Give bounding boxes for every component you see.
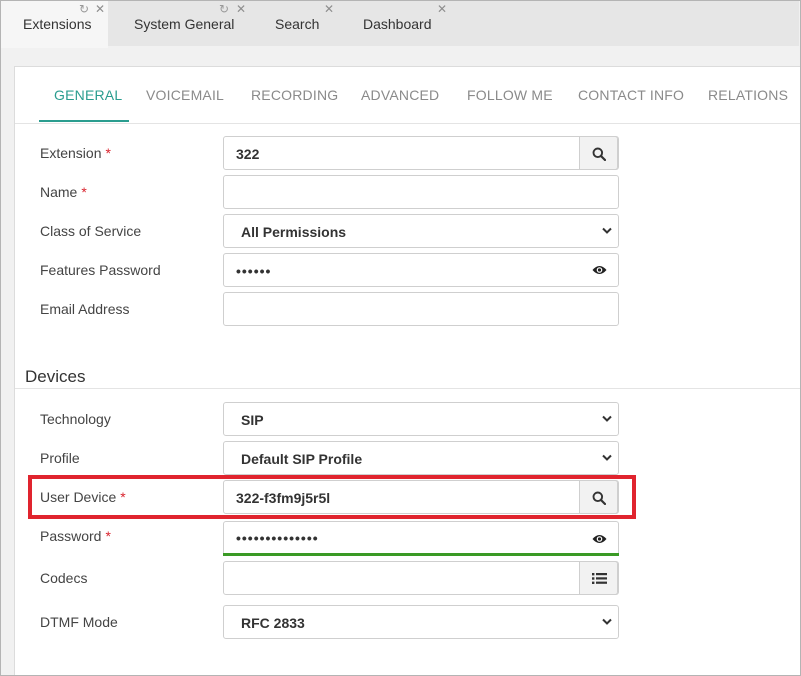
features-password-input[interactable]: •••••• bbox=[223, 253, 619, 287]
technology-value: SIP bbox=[241, 412, 264, 428]
tab-advanced[interactable]: ADVANCED bbox=[361, 87, 439, 103]
eye-icon bbox=[592, 266, 607, 274]
tab-label: Extensions bbox=[23, 16, 92, 32]
sub-tab-bar: GENERAL VOICEMAIL RECORDING ADVANCED FOL… bbox=[15, 67, 801, 124]
close-icon[interactable]: ✕ bbox=[437, 3, 447, 15]
codecs-list-button[interactable] bbox=[579, 561, 618, 595]
tab-label: Dashboard bbox=[363, 16, 432, 32]
extension-value: 322 bbox=[236, 146, 260, 162]
tab-system-general[interactable]: System General ↻ ✕ bbox=[108, 1, 248, 46]
extension-search-button[interactable] bbox=[579, 136, 618, 170]
codecs-field[interactable] bbox=[223, 561, 619, 595]
profile-select[interactable]: Default SIP Profile bbox=[223, 441, 619, 475]
extension-field[interactable]: 322 bbox=[223, 136, 619, 170]
technology-select[interactable]: SIP bbox=[223, 402, 619, 436]
top-tab-bar: Extensions ↻ ✕ System General ↻ ✕ Search… bbox=[1, 1, 799, 48]
refresh-icon[interactable]: ↻ bbox=[219, 3, 229, 15]
search-icon bbox=[592, 491, 606, 505]
close-icon[interactable]: ✕ bbox=[236, 3, 246, 15]
tab-follow-me[interactable]: FOLLOW ME bbox=[467, 87, 553, 103]
close-icon[interactable]: ✕ bbox=[324, 3, 334, 15]
tab-label: Search bbox=[275, 16, 320, 32]
tab-general[interactable]: GENERAL bbox=[54, 87, 122, 103]
tab-contact-info[interactable]: CONTACT INFO bbox=[578, 87, 684, 103]
devices-section-title: Devices bbox=[25, 367, 86, 386]
class-of-service-label: Class of Service bbox=[40, 223, 142, 239]
tab-search[interactable]: Search ✕ bbox=[248, 1, 336, 46]
search-icon bbox=[592, 147, 606, 161]
tab-recording[interactable]: RECORDING bbox=[251, 87, 338, 103]
user-device-label: User Device * bbox=[40, 489, 126, 505]
chevron-down-icon bbox=[602, 618, 612, 625]
features-password-label: Features Password bbox=[40, 262, 161, 278]
section-divider bbox=[15, 388, 800, 389]
tab-extensions[interactable]: Extensions ↻ ✕ bbox=[1, 1, 108, 48]
class-of-service-select[interactable]: All Permissions bbox=[223, 214, 619, 248]
name-label: Name * bbox=[40, 184, 87, 200]
tab-dashboard[interactable]: Dashboard ✕ bbox=[336, 1, 451, 46]
codecs-label: Codecs bbox=[40, 570, 88, 586]
email-input[interactable] bbox=[223, 292, 619, 326]
dtmf-mode-label: DTMF Mode bbox=[40, 614, 118, 630]
user-device-field[interactable]: 322-f3fm9j5r5l bbox=[223, 480, 619, 514]
dtmf-mode-value: RFC 2833 bbox=[241, 615, 305, 631]
features-password-value: •••••• bbox=[236, 263, 272, 279]
profile-label: Profile bbox=[40, 450, 80, 466]
tab-voicemail[interactable]: VOICEMAIL bbox=[146, 87, 224, 103]
class-of-service-value: All Permissions bbox=[241, 224, 347, 240]
email-label: Email Address bbox=[40, 301, 130, 317]
tab-relations[interactable]: RELATIONS bbox=[708, 87, 788, 103]
profile-value: Default SIP Profile bbox=[241, 451, 363, 467]
password-value: •••••••••••••• bbox=[236, 530, 319, 546]
extension-label: Extension * bbox=[40, 145, 111, 161]
password-label: Password * bbox=[40, 528, 111, 544]
valid-indicator bbox=[223, 553, 619, 556]
tab-label: System General bbox=[134, 16, 235, 32]
chevron-down-icon bbox=[602, 454, 612, 461]
user-device-value: 322-f3fm9j5r5l bbox=[236, 490, 331, 506]
close-icon[interactable]: ✕ bbox=[95, 3, 105, 15]
password-input[interactable]: •••••••••••••• bbox=[223, 521, 619, 554]
chevron-down-icon bbox=[602, 415, 612, 422]
active-tab-indicator bbox=[39, 120, 129, 122]
eye-icon bbox=[592, 535, 607, 543]
refresh-icon[interactable]: ↻ bbox=[79, 3, 89, 15]
name-input[interactable] bbox=[223, 175, 619, 209]
list-icon bbox=[592, 573, 607, 584]
dtmf-mode-select[interactable]: RFC 2833 bbox=[223, 605, 619, 639]
user-device-search-button[interactable] bbox=[579, 480, 618, 514]
technology-label: Technology bbox=[40, 411, 111, 427]
chevron-down-icon bbox=[602, 227, 612, 234]
